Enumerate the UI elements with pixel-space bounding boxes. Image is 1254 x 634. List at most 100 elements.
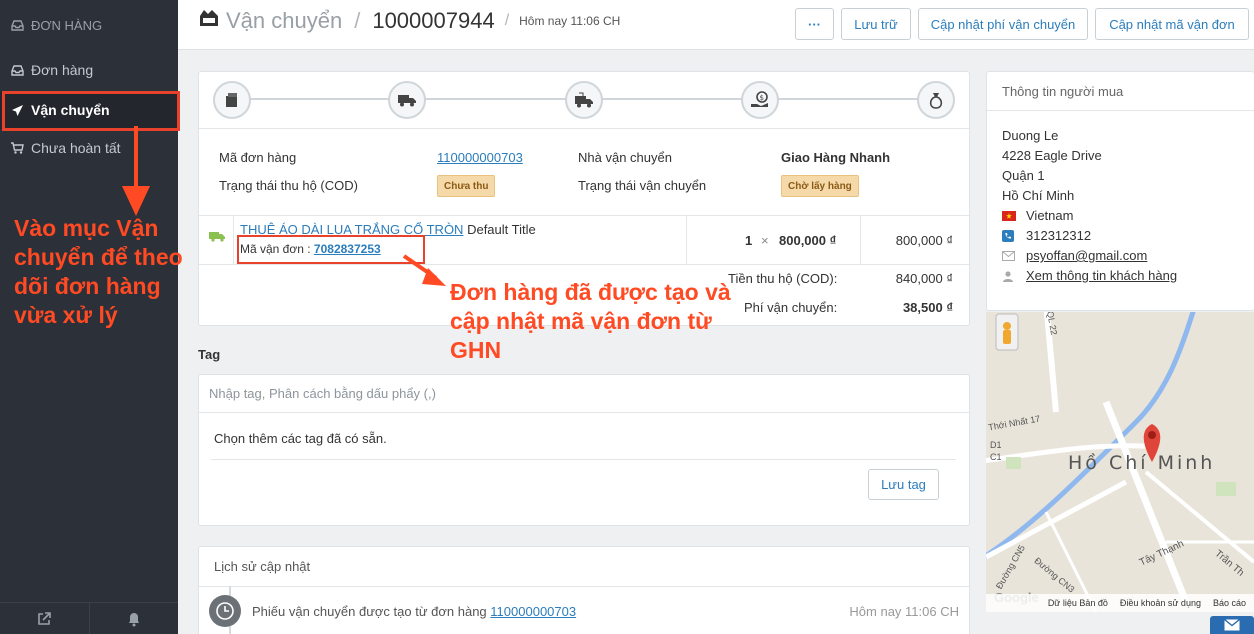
inbox-icon xyxy=(10,18,24,32)
svg-text:$: $ xyxy=(760,94,764,102)
envelope-icon xyxy=(1002,250,1016,261)
step-delivery-truck-icon xyxy=(565,81,603,119)
order-code-link[interactable]: 110000000703 xyxy=(437,150,523,165)
map-footer: Dữ liệu Bản đồ Điều khoản sử dụng Báo cá… xyxy=(986,594,1254,612)
step-money-hand-icon: $ xyxy=(741,81,779,119)
truck-icon xyxy=(209,230,226,245)
item-qty: 1 xyxy=(745,233,753,248)
divider xyxy=(199,128,969,129)
shipping-fee-label: Phí vận chuyển: xyxy=(744,300,838,315)
divider xyxy=(211,459,956,460)
buyer-card: Thông tin người mua Duong Le 4228 Eagle … xyxy=(986,71,1254,311)
vietnam-flag-icon xyxy=(1002,210,1016,221)
buyer-phone-line: 312312312 xyxy=(1002,228,1091,243)
shipping-fee-value: 38,500 ₫ xyxy=(902,300,953,315)
times-sign: × xyxy=(761,233,769,248)
map[interactable]: Hồ Chí Minh Thới Nhất 17 D1 C1 Đường CN5… xyxy=(986,312,1254,612)
annotation-arrow-down xyxy=(122,126,150,216)
buyer-address: 4228 Eagle Drive xyxy=(1002,148,1102,163)
buyer-email-link[interactable]: psyoffan@gmail.com xyxy=(1026,248,1147,263)
step-money-bag-icon xyxy=(917,81,955,119)
clock-icon xyxy=(209,595,241,627)
shipping-status-label: Trạng thái vận chuyển xyxy=(578,178,707,193)
order-time: Hôm nay 11:06 CH xyxy=(519,14,621,28)
update-tracking-button[interactable]: Cập nhật mã vận đơn xyxy=(1095,8,1249,40)
sidebar-item-orders[interactable]: Đơn hàng xyxy=(0,51,178,89)
buyer-district: Quận 1 xyxy=(1002,168,1045,183)
phone-icon xyxy=(1002,229,1016,242)
buyer-city: Hồ Chí Minh xyxy=(1002,188,1075,203)
divider xyxy=(860,215,861,264)
sidebar-item-label: Đơn hàng xyxy=(31,62,94,78)
inbox-icon xyxy=(10,63,24,77)
title-separator: / xyxy=(354,8,361,33)
unit-price: 800,000 ₫ xyxy=(779,233,837,248)
buyer-title: Thông tin người mua xyxy=(1002,84,1124,99)
line-total: 800,000 ₫ xyxy=(895,233,953,248)
view-customer-line: Xem thông tin khách hàng xyxy=(1002,268,1177,283)
archive-button[interactable]: Lưu trữ xyxy=(841,8,911,40)
buyer-country-line: Vietnam xyxy=(1002,208,1073,223)
order-code-label: Mã đơn hàng xyxy=(219,150,297,165)
shipping-status-badge: Chờ lấy hàng xyxy=(781,175,859,197)
history-entry-text: Phiếu vận chuyển được tạo từ đơn hàng xyxy=(252,604,487,619)
sidebar-annotation: Vào mục Vận chuyển để theo dõi đơn hàng … xyxy=(14,215,183,328)
buyer-email-line: psyoffan@gmail.com xyxy=(1002,248,1147,263)
buyer-phone: 312312312 xyxy=(1026,228,1092,243)
history-time: Hôm nay 11:06 CH xyxy=(849,604,959,619)
step-truck-icon xyxy=(388,81,426,119)
tracking-highlight-box xyxy=(237,235,425,264)
divider xyxy=(987,110,1254,111)
sidebar-heading-label: ĐƠN HÀNG xyxy=(31,17,103,33)
cart-icon xyxy=(10,141,24,155)
map-terms-link[interactable]: Điều khoản sử dụng xyxy=(1120,598,1201,608)
more-button[interactable]: ··· xyxy=(795,8,834,40)
view-customer-link[interactable]: Xem thông tin khách hàng xyxy=(1026,268,1177,283)
product-variant: Default Title xyxy=(467,222,536,237)
bell-icon[interactable] xyxy=(90,603,179,634)
page-title: Vận chuyển / 1000007944 / Hôm nay 11:06 … xyxy=(198,8,620,34)
step-package-icon xyxy=(213,81,251,119)
topbar: Vận chuyển / 1000007944 / Hôm nay 11:06 … xyxy=(178,0,1254,50)
user-icon xyxy=(1002,270,1016,282)
sidebar-footer xyxy=(0,602,178,634)
update-fee-button[interactable]: Cập nhật phí vận chuyển xyxy=(918,8,1088,40)
highlight-box xyxy=(2,91,180,131)
cod-amount-label: Tiền thu hộ (COD): xyxy=(728,271,838,286)
sidebar-heading: ĐƠN HÀNG xyxy=(0,6,178,44)
carrier-label: Nhà vận chuyển xyxy=(578,150,672,165)
map-street-label: D1 xyxy=(990,440,1002,450)
map-city-label: Hồ Chí Minh xyxy=(1068,452,1216,474)
divider xyxy=(199,215,969,216)
divider xyxy=(199,264,969,265)
save-tag-button[interactable]: Lưu tag xyxy=(868,469,939,500)
title-separator: / xyxy=(504,12,510,29)
map-data-link[interactable]: Dữ liệu Bản đồ xyxy=(1048,598,1108,608)
history-card: Lịch sử cập nhật Phiếu vận chuyển được t… xyxy=(198,546,970,634)
cod-amount-value: 840,000 ₫ xyxy=(895,271,953,286)
map-street-label: C1 xyxy=(990,452,1002,462)
divider xyxy=(199,586,969,587)
sidebar-item-label: Chưa hoàn tất xyxy=(31,140,121,156)
section-title: Vận chuyển xyxy=(226,8,343,33)
history-order-link[interactable]: 110000000703 xyxy=(490,604,576,619)
tag-title: Tag xyxy=(198,347,221,362)
order-number: 1000007944 xyxy=(372,8,495,33)
divider xyxy=(233,215,234,264)
history-entry: Phiếu vận chuyển được tạo từ đơn hàng 11… xyxy=(252,604,576,619)
buyer-country: Vietnam xyxy=(1026,208,1074,223)
cod-status-label: Trạng thái thu hộ (COD) xyxy=(219,178,358,193)
divider xyxy=(686,215,687,264)
chat-button[interactable] xyxy=(1210,616,1254,634)
envelope-icon xyxy=(1224,619,1240,631)
truck-box-icon xyxy=(198,8,220,34)
cod-status-badge: Chưa thu xyxy=(437,175,496,197)
tag-input[interactable]: Nhập tag, Phân cách bằng dấu phẩy (,) xyxy=(199,375,969,413)
map-report-link[interactable]: Báo cáo xyxy=(1213,598,1246,608)
external-link-icon[interactable] xyxy=(0,603,90,634)
history-title: Lịch sử cập nhật xyxy=(214,559,311,574)
shipment-annotation: Đơn hàng đã được tạo và cập nhật mã vận … xyxy=(450,279,731,363)
carrier-value: Giao Hàng Nhanh xyxy=(781,150,891,165)
choose-tags-text: Chọn thêm các tag đã có sẵn. xyxy=(214,431,387,446)
annotation-arrow xyxy=(402,254,446,286)
